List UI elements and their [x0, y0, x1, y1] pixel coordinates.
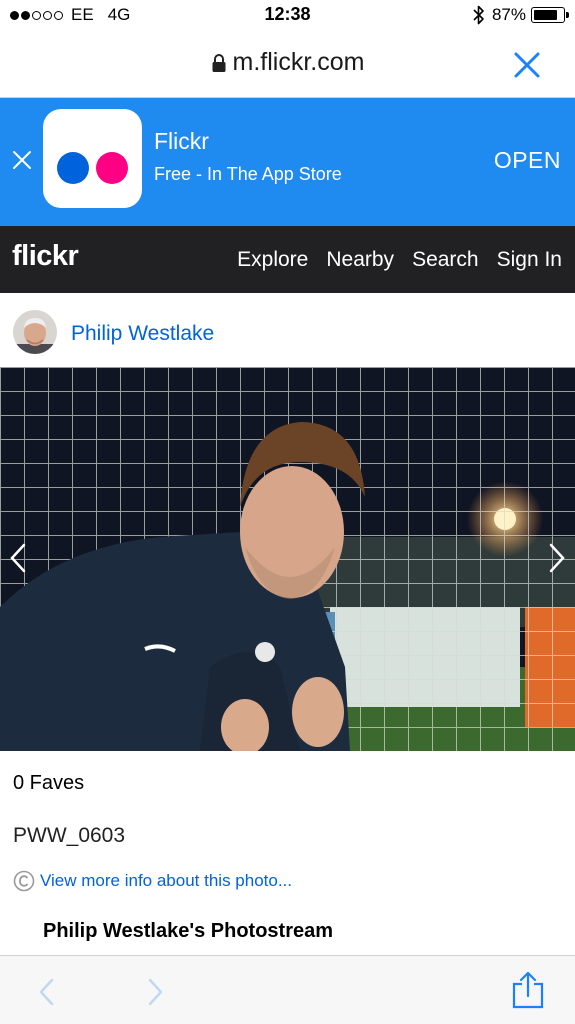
avatar[interactable]: [13, 310, 57, 354]
close-icon[interactable]: [513, 51, 541, 79]
more-info-link[interactable]: View more info about this photo...: [13, 870, 292, 892]
flickr-header: flickr Explore Nearby Search Sign In: [0, 226, 575, 293]
next-photo-icon[interactable]: [547, 542, 567, 574]
bluetooth-icon: [473, 5, 484, 25]
previous-photo-icon[interactable]: [8, 542, 28, 574]
dismiss-banner-icon[interactable]: [12, 150, 32, 170]
lock-icon: [212, 53, 226, 72]
browser-toolbar: [0, 955, 575, 1024]
photo-image: [0, 367, 575, 751]
browser-url-bar: m.flickr.com: [0, 32, 575, 98]
photo-title: PWW_0603: [13, 824, 126, 847]
back-arrow-icon[interactable]: [36, 977, 56, 1007]
photo-viewer[interactable]: [0, 367, 575, 751]
share-icon[interactable]: [511, 971, 545, 1009]
nav-sign-in[interactable]: Sign In: [497, 248, 562, 272]
photostream-heading: Philip Westlake's Photostream: [43, 920, 334, 942]
nav-explore[interactable]: Explore: [237, 248, 308, 272]
flickr-logo[interactable]: flickr: [12, 240, 79, 273]
forward-arrow-icon[interactable]: [146, 977, 166, 1007]
url-text: m.flickr.com: [232, 48, 365, 76]
app-subtitle: Free - In The App Store: [154, 164, 342, 184]
nav-links: Explore Nearby Search Sign In: [237, 248, 562, 272]
author-row: Philip Westlake: [0, 293, 575, 367]
faves-count: 0 Faves: [13, 772, 85, 794]
flickr-app-icon: [43, 109, 142, 208]
app-name: Flickr: [154, 128, 209, 154]
status-right: 87%: [472, 4, 569, 26]
open-app-button[interactable]: OPEN: [494, 147, 561, 174]
nav-search[interactable]: Search: [412, 248, 479, 272]
author-name-link[interactable]: Philip Westlake: [71, 322, 214, 346]
battery-percent: 87%: [491, 5, 526, 24]
more-info-label: View more info about this photo...: [40, 871, 293, 890]
copyright-icon: [13, 870, 35, 892]
status-bar: EE 4G 12:38 87%: [0, 0, 575, 32]
address-field[interactable]: m.flickr.com: [0, 48, 575, 77]
nav-nearby[interactable]: Nearby: [326, 248, 394, 272]
battery-icon: [531, 7, 569, 23]
smart-app-banner: Flickr Free - In The App Store OPEN: [0, 98, 575, 226]
